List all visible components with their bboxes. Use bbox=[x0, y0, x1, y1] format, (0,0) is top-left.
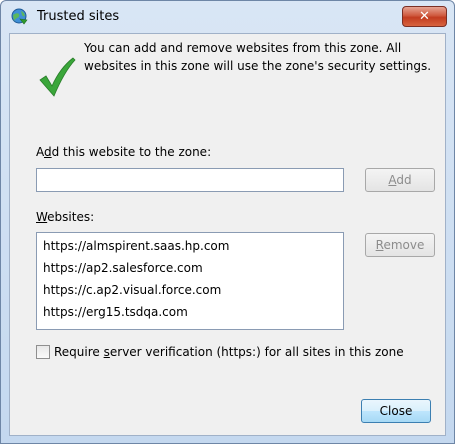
zone-info-text: You can add and remove websites from thi… bbox=[84, 41, 432, 73]
green-checkmark-icon bbox=[38, 56, 76, 98]
window-close-button[interactable]: ✕ bbox=[402, 6, 447, 27]
close-icon: ✕ bbox=[419, 9, 430, 24]
list-item[interactable]: https://almspirent.saas.hp.com bbox=[37, 235, 343, 257]
add-website-label-post: d this website to the zone: bbox=[51, 145, 212, 159]
add-button-post: dd bbox=[396, 173, 412, 187]
window-title: Trusted sites bbox=[37, 9, 120, 24]
list-item[interactable]: https://c.ap2.visual.force.com bbox=[37, 279, 343, 301]
websites-list[interactable]: https://almspirent.saas.hp.com https://a… bbox=[36, 232, 344, 330]
title-bar[interactable]: Trusted sites ✕ bbox=[1, 1, 454, 33]
websites-label-accel: W bbox=[36, 210, 48, 224]
dialog-body: You can add and remove websites from thi… bbox=[9, 33, 446, 436]
websites-label: Websites: bbox=[36, 210, 94, 224]
add-website-label-accel: d bbox=[44, 145, 52, 159]
list-item[interactable]: https://ap2.salesforce.com bbox=[37, 257, 343, 279]
remove-button-post: emove bbox=[383, 238, 425, 252]
server-verification-checkbox[interactable] bbox=[36, 345, 50, 359]
websites-label-post: ebsites: bbox=[47, 210, 95, 224]
trusted-sites-dialog: Trusted sites ✕ You can add and remove w… bbox=[0, 0, 455, 444]
add-website-input[interactable] bbox=[36, 168, 344, 192]
remove-button[interactable]: Remove bbox=[365, 233, 435, 257]
close-button[interactable]: Close bbox=[361, 399, 431, 423]
list-item[interactable]: https://erg15.tsdqa.com bbox=[37, 301, 343, 323]
add-website-label-pre: A bbox=[36, 145, 44, 159]
add-button[interactable]: Add bbox=[365, 168, 435, 192]
add-website-label: Add this website to the zone: bbox=[36, 145, 211, 159]
server-verification-label-post: erver verification (https:) for all site… bbox=[109, 345, 404, 359]
server-verification-label[interactable]: Require server verification (https:) for… bbox=[54, 345, 404, 359]
server-verification-label-pre: Require bbox=[54, 345, 104, 359]
trusted-sites-globe-icon bbox=[11, 8, 29, 26]
